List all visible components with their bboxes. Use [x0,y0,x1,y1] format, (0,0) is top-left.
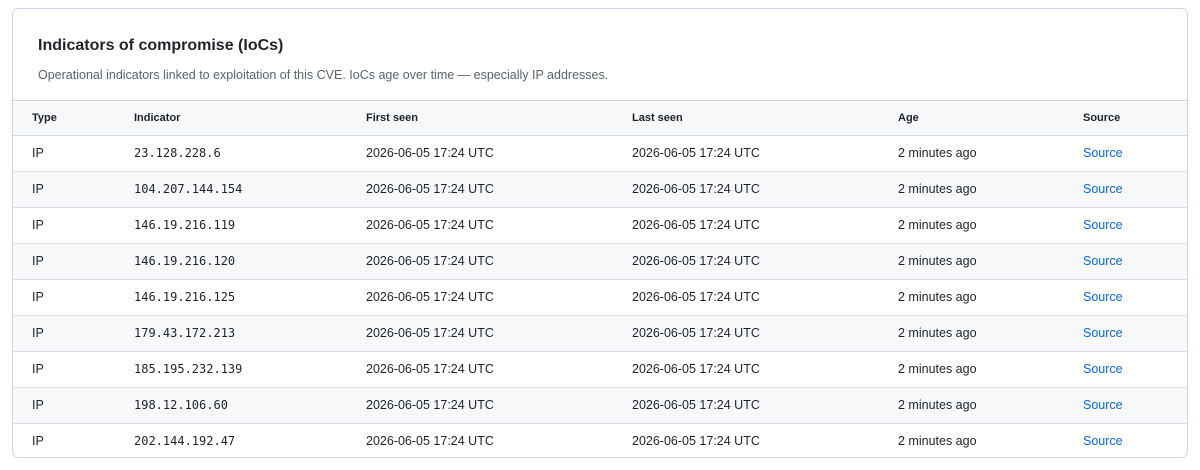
cell-type: IP [13,207,134,244]
table-row: IP 146.19.216.125 2026-06-05 17:24 UTC 2026… [13,279,1187,316]
cell-source: Source [1083,171,1187,208]
cell-type: IP [13,171,134,208]
cell-type: IP [13,135,134,172]
column-header-first-seen: First seen [366,101,632,136]
cell-first-seen: 2026-06-05 17:24 UTC [366,135,632,172]
cell-last-seen: 2026-06-05 17:24 UTC [632,351,898,388]
column-header-source: Source [1083,101,1187,136]
cell-first-seen: 2026-06-05 17:24 UTC [366,387,632,424]
cell-type: IP [13,351,134,388]
cell-source: Source [1083,243,1187,280]
cell-indicator: 146.19.216.119 [134,207,366,244]
cell-indicator: 146.19.216.125 [134,279,366,316]
table-row: IP 146.19.216.120 2026-06-05 17:24 UTC 2026… [13,243,1187,280]
cell-age: 2 minutes ago [898,207,1083,244]
cell-last-seen: 2026-06-05 17:24 UTC [632,243,898,280]
cell-first-seen: 2026-06-05 17:24 UTC [366,315,632,352]
source-link[interactable]: Source [1083,398,1123,412]
table-row: IP 202.144.192.47 2026-06-05 17:24 UTC 2026… [13,423,1187,457]
table-body: IP 23.128.228.6 2026-06-05 17:24 UTC 2026-0… [13,135,1187,457]
table-row: IP 23.128.228.6 2026-06-05 17:24 UTC 2026-0… [13,135,1187,172]
ioc-card: Indicators of compromise (IoCs) Operatio… [12,8,1188,458]
cell-source: Source [1083,135,1187,172]
table-row: IP 179.43.172.213 2026-06-05 17:24 UTC 2026… [13,315,1187,352]
cell-last-seen: 2026-06-05 17:24 UTC [632,279,898,316]
cell-age: 2 minutes ago [898,279,1083,316]
cell-indicator: 146.19.216.120 [134,243,366,280]
source-link[interactable]: Source [1083,218,1123,232]
card-title: Indicators of compromise (IoCs) [38,37,284,54]
cell-last-seen: 2026-06-05 17:24 UTC [632,387,898,424]
cell-age: 2 minutes ago [898,434,977,449]
cell-source: Source [1083,387,1187,424]
column-header-age: Age [898,101,1083,136]
cell-indicator: 179.43.172.213 [134,315,366,352]
column-header-indicator: Indicator [134,101,366,136]
source-link[interactable]: Source [1083,182,1123,196]
cell-source: Source [1083,315,1187,352]
table-row: IP 185.195.232.139 2026-06-05 17:24 UTC 202… [13,351,1187,388]
source-link[interactable]: Source [1083,326,1123,340]
ioc-table: Type Indicator First seen Last seen Age … [13,101,1187,457]
cell-first-seen: 2026-06-05 17:24 UTC [366,434,494,449]
cell-age: 2 minutes ago [898,135,1083,172]
cell-last-seen: 2026-06-05 17:24 UTC [632,434,760,449]
cell-indicator: 198.12.106.60 [134,387,366,424]
cell-type: IP [13,315,134,352]
cell-type: IP [13,279,134,316]
cell-age: 2 minutes ago [898,387,1083,424]
cell-source: Source [1083,207,1187,244]
source-link[interactable]: Source [1083,362,1123,376]
cell-last-seen: 2026-06-05 17:24 UTC [632,171,898,208]
column-header-type: Type [13,101,134,136]
source-link[interactable]: Source [1083,290,1123,304]
cell-source: Source [1083,423,1187,457]
table-row: IP 104.207.144.154 2026-06-05 17:24 UTC 202… [13,171,1187,208]
card-subtitle: Operational indicators linked to exploit… [38,68,609,82]
column-header-last-seen: Last seen [632,101,898,136]
table-row: IP 198.12.106.60 2026-06-05 17:24 UTC 2026-… [13,387,1187,424]
cell-age: 2 minutes ago [898,171,1083,208]
cell-first-seen: 2026-06-05 17:24 UTC [366,243,632,280]
cell-type: IP [13,243,134,280]
cell-indicator: 185.195.232.139 [134,351,366,388]
cell-first-seen: 2026-06-05 17:24 UTC [366,207,632,244]
cell-last-seen: 2026-06-05 17:24 UTC [632,207,898,244]
cell-first-seen: 2026-06-05 17:24 UTC [366,279,632,316]
table-row: IP 146.19.216.119 2026-06-05 17:24 UTC 2026… [13,207,1187,244]
cell-age: 2 minutes ago [898,243,1083,280]
cell-type: IP [13,387,134,424]
table-header-row: Type Indicator First seen Last seen Age … [13,101,1187,136]
cell-indicator: 23.128.228.6 [134,135,366,172]
source-link[interactable]: Source [1083,434,1123,448]
cell-source: Source [1083,351,1187,388]
cell-indicator: 104.207.144.154 [134,171,366,208]
cell-age: 2 minutes ago [898,315,1083,352]
source-link[interactable]: Source [1083,254,1123,268]
table-header: Type Indicator First seen Last seen Age … [13,101,1187,136]
cell-age: 2 minutes ago [898,351,1083,388]
cell-indicator: 202.144.192.47 [134,434,236,449]
cell-last-seen: 2026-06-05 17:24 UTC [632,135,898,172]
card-header: Indicators of compromise (IoCs) Operatio… [13,9,1187,101]
source-link[interactable]: Source [1083,146,1123,160]
cell-source: Source [1083,279,1187,316]
cell-first-seen: 2026-06-05 17:24 UTC [366,171,632,208]
cell-last-seen: 2026-06-05 17:24 UTC [632,315,898,352]
cell-type: IP [32,434,44,449]
cell-first-seen: 2026-06-05 17:24 UTC [366,351,632,388]
